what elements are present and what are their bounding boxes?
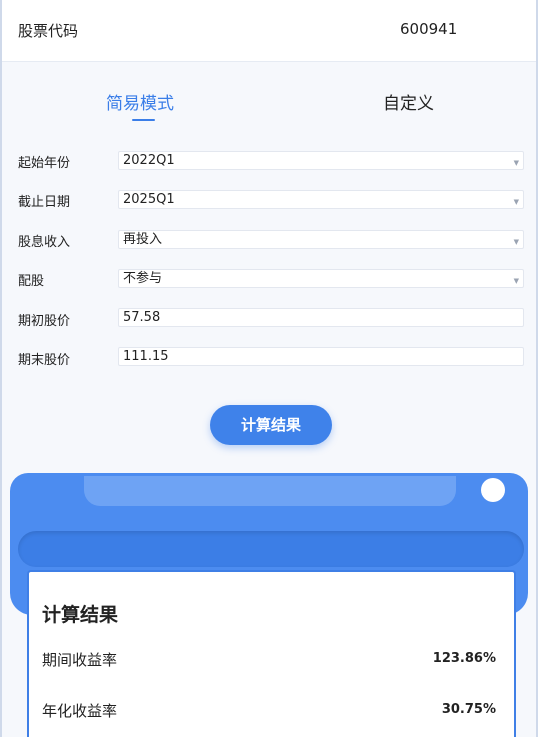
start-year-select[interactable]: 2022Q1 ▼ [118, 151, 524, 170]
end-price-value: 111.15 [123, 349, 169, 364]
rights-issue-label: 配股 [18, 274, 45, 289]
start-price-label: 期初股价 [18, 314, 71, 329]
annual-return-label: 年化收益率 [42, 702, 118, 720]
end-date-value: 2025Q1 [123, 192, 175, 207]
end-price-label: 期末股价 [18, 353, 71, 368]
start-price-input[interactable]: 57.58 [118, 308, 524, 327]
period-return-value: 123.86% [432, 651, 496, 666]
rights-issue-value: 不参与 [123, 271, 163, 286]
dividend-label: 股息收入 [18, 235, 71, 250]
dividend-value: 再投入 [123, 232, 163, 247]
page: 股票代码 600941 简易模式 自定义 起始年份 2022Q1 ▼ 截止日期 … [0, 0, 538, 737]
stock-code-value[interactable]: 600941 [400, 20, 457, 38]
caret-down-icon: ▼ [513, 238, 519, 246]
stock-code-row: 股票代码 600941 [2, 0, 536, 62]
caret-down-icon: ▼ [513, 198, 519, 206]
rights-issue-select[interactable]: 不参与 ▼ [118, 269, 524, 288]
calculate-button[interactable]: 计算结果 [210, 405, 332, 445]
printer-top-slot [84, 476, 456, 506]
result-title: 计算结果 [42, 604, 119, 626]
start-year-value: 2022Q1 [123, 153, 175, 168]
period-return-label: 期间收益率 [42, 651, 118, 669]
printer-slot [18, 531, 524, 567]
start-price-value: 57.58 [123, 310, 161, 325]
active-tab-indicator [132, 119, 155, 121]
end-price-input[interactable]: 111.15 [118, 347, 524, 366]
dividend-select[interactable]: 再投入 ▼ [118, 230, 524, 249]
caret-down-icon: ▼ [513, 159, 519, 167]
end-date-select[interactable]: 2025Q1 ▼ [118, 190, 524, 209]
end-date-label: 截止日期 [18, 195, 71, 210]
tab-custom[interactable]: 自定义 [383, 89, 434, 114]
tab-simple-mode[interactable]: 简易模式 [106, 89, 174, 114]
stock-code-label: 股票代码 [18, 22, 79, 40]
caret-down-icon: ▼ [513, 277, 519, 285]
printer-light-icon [481, 478, 505, 502]
start-year-label: 起始年份 [18, 156, 71, 171]
annual-return-value: 30.75% [441, 702, 496, 717]
